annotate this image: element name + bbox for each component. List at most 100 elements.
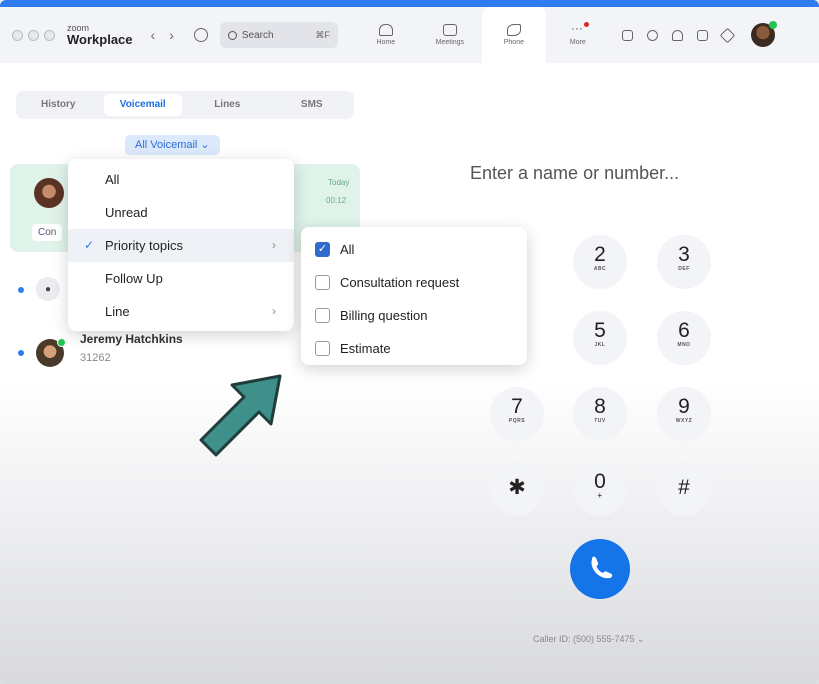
back-button[interactable]: ‹ (151, 27, 156, 43)
dial-key-9[interactable]: 9 WXYZ (657, 387, 711, 441)
dial-key-0[interactable]: 0 + (573, 462, 627, 516)
nav-phone[interactable]: Phone (481, 7, 546, 63)
annotation-arrow-icon (199, 374, 282, 457)
dial-input[interactable]: Enter a name or number... (470, 163, 679, 184)
unread-dot (18, 350, 24, 356)
menu-item-unread[interactable]: Unread (68, 196, 294, 229)
submenu-item-label: Estimate (340, 341, 391, 356)
more-dots-icon: ··· (570, 21, 589, 35)
menu-item-label: Follow Up (105, 271, 163, 286)
title-bar: zoom Workplace ‹ › Search ⌘F Home Meetin… (0, 7, 819, 63)
contact-name[interactable]: Jeremy Hatchkins (80, 332, 183, 346)
dial-key-3[interactable]: 3 DEF (657, 235, 711, 289)
close-window-button[interactable] (12, 29, 23, 41)
nav-meetings-label: Meetings (435, 39, 465, 46)
menu-item-label: Priority topics (105, 238, 184, 253)
sparkle-icon[interactable] (719, 27, 736, 43)
checkbox[interactable] (315, 341, 330, 356)
tab-voicemail[interactable]: Voicemail (103, 94, 182, 116)
toolbar-icons (621, 21, 777, 47)
phone-subtabs: History Voicemail Lines SMS (16, 91, 354, 119)
search-icon (227, 30, 237, 40)
search-input[interactable]: Search ⌘F (219, 22, 338, 48)
panel-icon[interactable] (696, 29, 708, 41)
key-letters: WXYZ (675, 418, 693, 424)
maximize-window-button[interactable] (44, 29, 55, 41)
menu-item-priority-topics[interactable]: ✓ Priority topics › (68, 229, 294, 262)
chevron-right-icon: › (272, 238, 276, 252)
key-letters: JKL (594, 342, 606, 348)
key-digit: 6 (678, 319, 690, 342)
search-label: Search (241, 29, 274, 41)
submenu-item-billing-question[interactable]: Billing question (301, 299, 527, 332)
submenu-item-label: Billing question (340, 308, 428, 323)
checkbox[interactable] (315, 275, 330, 290)
nav-more[interactable]: ··· More (546, 7, 610, 63)
caller-id-selector[interactable]: Caller ID: (500) 555-7475 ⌄ (533, 634, 645, 645)
dial-key-2[interactable]: 2 ABC (573, 235, 627, 289)
menu-item-follow-up[interactable]: Follow Up (68, 262, 294, 295)
home-icon (378, 24, 393, 36)
app-window: zoom Workplace ‹ › Search ⌘F Home Meetin… (0, 0, 819, 684)
checkbox-checked[interactable]: ✓ (315, 242, 330, 257)
dial-key-star[interactable]: ✱ (490, 462, 544, 516)
minimize-window-button[interactable] (28, 29, 39, 41)
calendar-icon[interactable] (621, 29, 633, 41)
phone-icon (506, 24, 521, 36)
checkmark-icon: ✓ (84, 238, 95, 252)
nav-home[interactable]: Home (354, 7, 418, 63)
submenu-item-estimate[interactable]: Estimate (301, 332, 527, 365)
dial-key-hash[interactable]: # (657, 462, 711, 516)
help-icon[interactable] (646, 29, 658, 41)
voicemail-date: Today (328, 178, 350, 187)
dial-key-7[interactable]: 7 PQRS (490, 387, 544, 441)
voicemail-filter-dropdown[interactable]: All Voicemail ⌄ (125, 135, 220, 155)
submenu-item-label: All (340, 242, 355, 257)
key-letters: TUV (594, 418, 606, 424)
key-digit: 0 (594, 470, 606, 493)
tab-history[interactable]: History (19, 94, 98, 116)
contact-avatar (36, 338, 66, 367)
contact-avatar (34, 178, 64, 208)
nav-meetings[interactable]: Meetings (418, 7, 482, 63)
nav-home-label: Home (376, 39, 396, 46)
key-digit: ✱ (508, 476, 526, 499)
unread-dot (18, 287, 24, 293)
topic-badge: Con (32, 224, 63, 241)
dial-key-5[interactable]: 5 JKL (573, 311, 627, 365)
phone-icon (591, 556, 613, 579)
key-digit: 7 (511, 395, 523, 418)
tab-sms[interactable]: SMS (273, 94, 352, 116)
submenu-item-all[interactable]: ✓ All (301, 233, 527, 266)
menu-item-label: Line (105, 304, 130, 319)
voicemail-duration: 00:12 (326, 196, 347, 205)
video-camera-icon (442, 24, 457, 36)
nav-more-label: More (569, 39, 586, 46)
key-digit: 8 (594, 395, 606, 418)
search-shortcut: ⌘F (315, 29, 330, 40)
menu-item-all[interactable]: All (68, 163, 294, 196)
submenu-item-consultation-request[interactable]: Consultation request (301, 266, 527, 299)
forward-button[interactable]: › (169, 27, 174, 43)
submenu-item-label: Consultation request (340, 275, 460, 290)
key-digit: 9 (678, 395, 690, 418)
key-digit: 3 (678, 243, 690, 266)
menu-item-line[interactable]: Line › (68, 295, 294, 328)
key-letters: MNO (677, 342, 691, 348)
priority-topics-submenu: ✓ All Consultation request Billing quest… (301, 227, 527, 365)
key-letters: PQRS (508, 418, 526, 424)
call-button[interactable] (570, 539, 630, 599)
key-digit: 2 (594, 243, 606, 266)
chevron-right-icon: › (272, 304, 276, 318)
key-letters: + (597, 491, 603, 500)
checkbox[interactable] (315, 308, 330, 323)
tab-lines[interactable]: Lines (188, 94, 267, 116)
key-digit: 5 (594, 319, 606, 342)
app-brand: zoom Workplace (67, 24, 133, 47)
dial-key-6[interactable]: 6 MNO (657, 311, 711, 365)
user-avatar[interactable] (750, 21, 777, 47)
bell-icon[interactable] (671, 29, 683, 41)
history-icon[interactable] (193, 28, 208, 42)
top-nav: Home Meetings Phone ··· More (354, 7, 610, 63)
dial-key-8[interactable]: 8 TUV (573, 387, 627, 441)
